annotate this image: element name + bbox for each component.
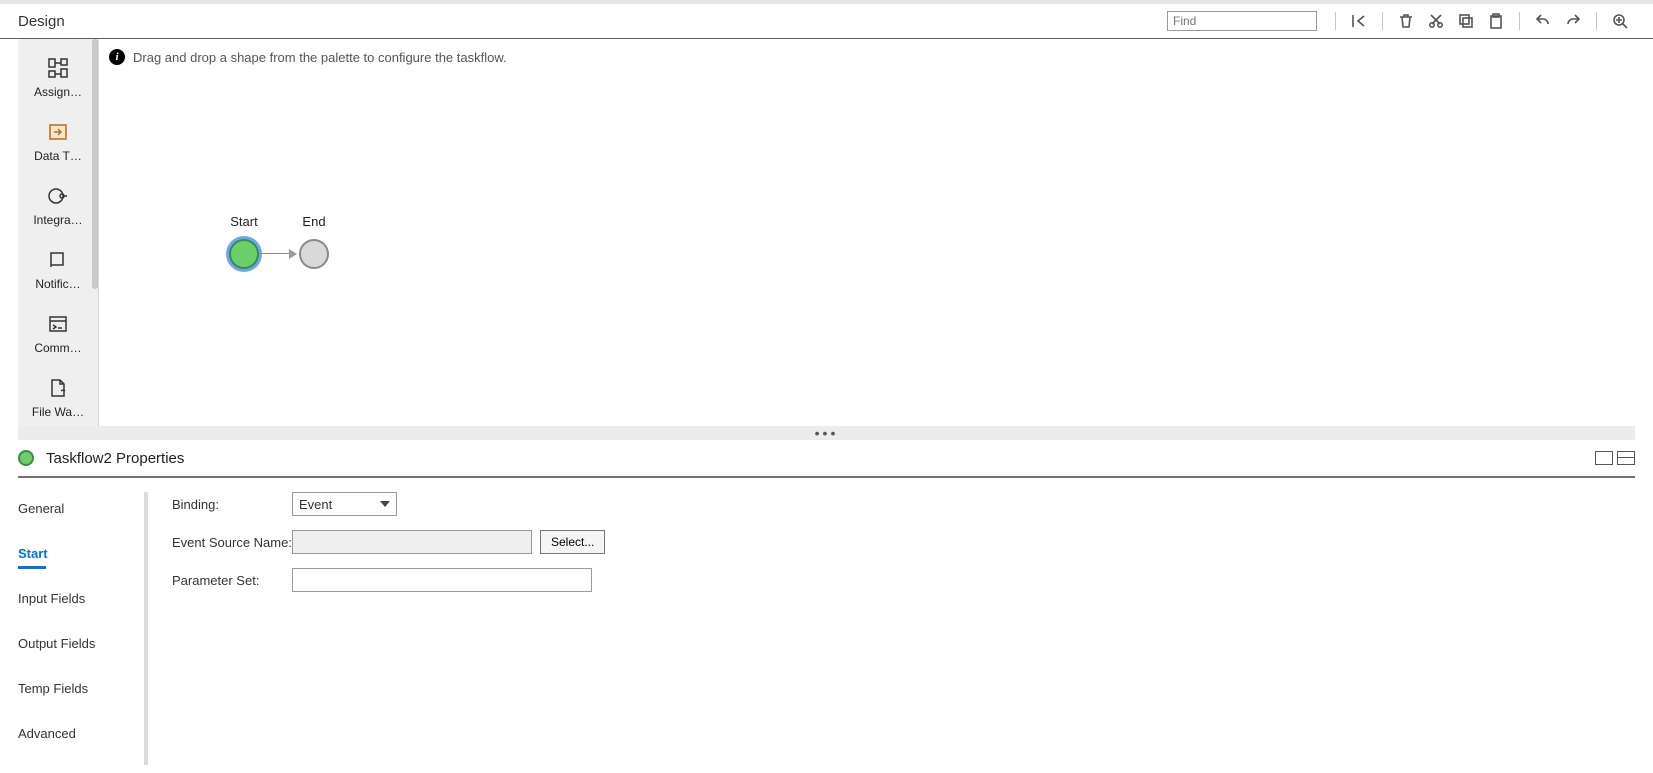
event-source-name-field <box>292 530 532 554</box>
binding-label: Binding: <box>172 497 292 512</box>
palette-item-label: File Wa… <box>23 405 93 419</box>
end-node-label: End <box>302 214 325 229</box>
properties-tabs: General Start Input Fields Output Fields… <box>18 492 148 765</box>
end-circle-icon <box>299 239 329 269</box>
palette-item-label: Data T… <box>23 149 93 163</box>
copy-icon[interactable] <box>1454 9 1478 33</box>
palette-item-label: Comm… <box>23 341 93 355</box>
tab-output-fields[interactable]: Output Fields <box>18 630 134 657</box>
panel-splitter[interactable]: ••• <box>18 426 1635 440</box>
palette-item-label: Integra… <box>23 213 93 227</box>
trash-icon[interactable] <box>1394 9 1418 33</box>
undo-icon[interactable] <box>1531 9 1555 33</box>
top-toolbar: Design <box>0 4 1653 39</box>
separator <box>1335 12 1336 30</box>
binding-select[interactable]: Event <box>292 492 397 516</box>
end-node[interactable]: End <box>299 214 329 269</box>
find-input[interactable] <box>1167 11 1317 31</box>
file-watch-icon <box>47 377 69 399</box>
drag-handle-icon: ••• <box>815 426 839 440</box>
parameter-set-field[interactable] <box>292 568 592 592</box>
paste-icon[interactable] <box>1484 9 1508 33</box>
integration-icon <box>47 185 69 207</box>
start-circle-icon <box>229 239 259 269</box>
tab-advanced[interactable]: Advanced <box>18 720 134 747</box>
canvas-hint-text: Drag and drop a shape from the palette t… <box>133 50 507 65</box>
start-node-label: Start <box>230 214 257 229</box>
notification-icon <box>47 249 69 271</box>
palette-item-data-task[interactable]: Data T… <box>23 121 93 163</box>
palette-item-command[interactable]: Comm… <box>23 313 93 355</box>
shape-palette: Assign… Data T… Integra… <box>18 39 98 426</box>
redo-icon[interactable] <box>1561 9 1585 33</box>
taskflow-status-icon <box>18 450 34 466</box>
arrow-right-icon <box>289 249 297 259</box>
panel-single-view-button[interactable] <box>1595 451 1613 465</box>
palette-item-label: Notific… <box>23 277 93 291</box>
tab-general[interactable]: General <box>18 495 134 522</box>
page-title: Design <box>18 13 65 30</box>
palette-item-integration[interactable]: Integra… <box>23 185 93 227</box>
palette-item-notification[interactable]: Notific… <box>23 249 93 291</box>
tab-temp-fields[interactable]: Temp Fields <box>18 675 134 702</box>
separator <box>1519 12 1520 30</box>
design-canvas[interactable]: i Drag and drop a shape from the palette… <box>98 39 1635 426</box>
properties-form: Binding: Event Event Source Name: Select… <box>148 492 1635 765</box>
data-task-icon <box>47 121 69 143</box>
separator <box>1382 12 1383 30</box>
collapse-left-icon[interactable] <box>1347 9 1371 33</box>
tab-input-fields[interactable]: Input Fields <box>18 585 134 612</box>
binding-select-value: Event <box>299 497 332 512</box>
info-icon: i <box>109 49 125 65</box>
properties-header: Taskflow2 Properties <box>18 440 1635 478</box>
palette-item-label: Assign… <box>23 85 93 99</box>
zoom-in-icon[interactable] <box>1608 9 1632 33</box>
command-icon <box>47 313 69 335</box>
separator <box>1596 12 1597 30</box>
panel-split-view-button[interactable] <box>1617 451 1635 465</box>
canvas-hint: i Drag and drop a shape from the palette… <box>99 39 1635 65</box>
select-event-source-button[interactable]: Select... <box>540 530 605 554</box>
start-node[interactable]: Start <box>229 214 259 269</box>
palette-item-file-watch[interactable]: File Wa… <box>23 377 93 419</box>
cut-icon[interactable] <box>1424 9 1448 33</box>
chevron-down-icon <box>380 501 390 507</box>
tab-start[interactable]: Start <box>18 540 134 567</box>
parameter-set-label: Parameter Set: <box>172 573 292 588</box>
assignment-icon <box>47 57 69 79</box>
flow-connector[interactable] <box>259 249 297 259</box>
palette-item-assignment[interactable]: Assign… <box>23 57 93 99</box>
properties-title: Taskflow2 Properties <box>46 450 1595 467</box>
event-source-label: Event Source Name: <box>172 535 292 550</box>
